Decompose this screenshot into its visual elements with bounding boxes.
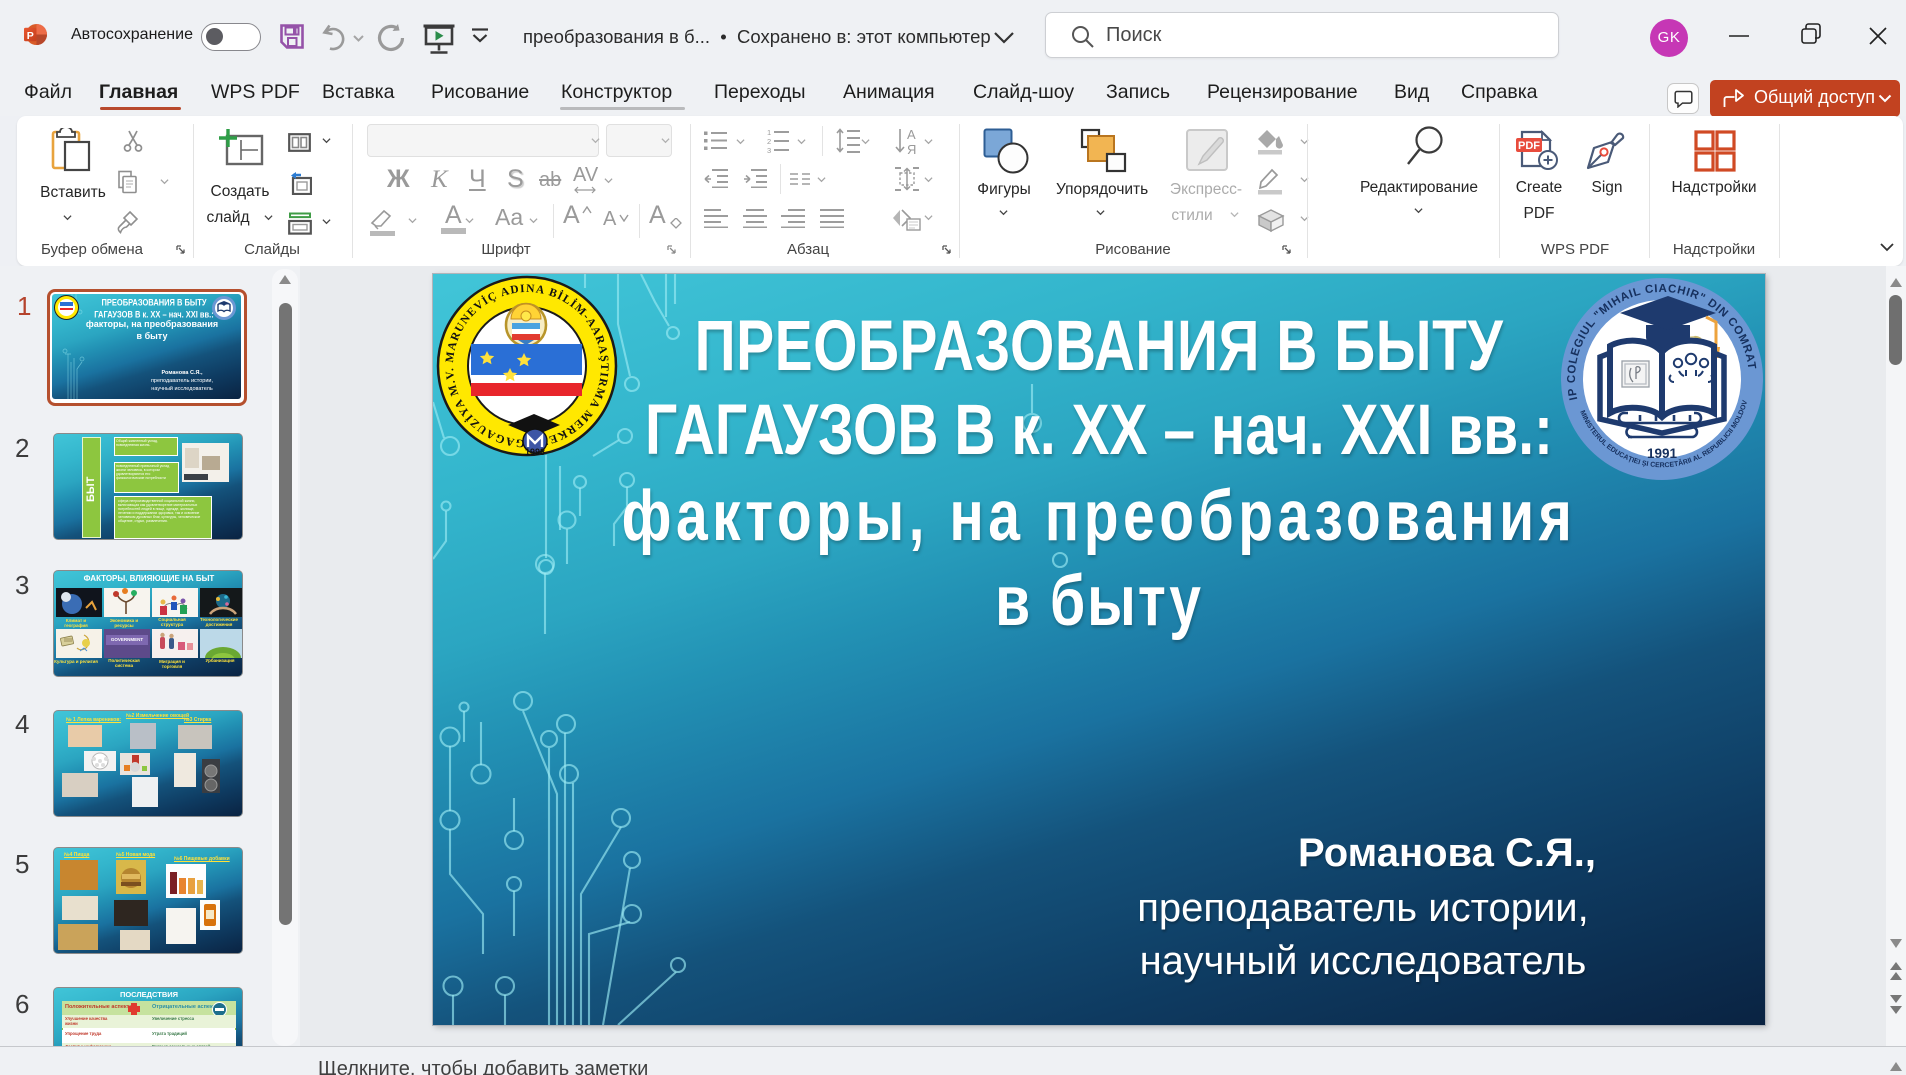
- svg-text:1: 1: [767, 128, 771, 137]
- svg-text:А: А: [907, 127, 916, 142]
- svg-text:P: P: [27, 30, 34, 42]
- svg-text:PDF: PDF: [1518, 140, 1540, 152]
- svg-text:2: 2: [767, 137, 771, 146]
- svg-text:1991: 1991: [1647, 446, 1678, 461]
- svg-text:3: 3: [767, 146, 771, 154]
- svg-text:Я: Я: [907, 142, 916, 155]
- svg-text:1998: 1998: [525, 447, 545, 457]
